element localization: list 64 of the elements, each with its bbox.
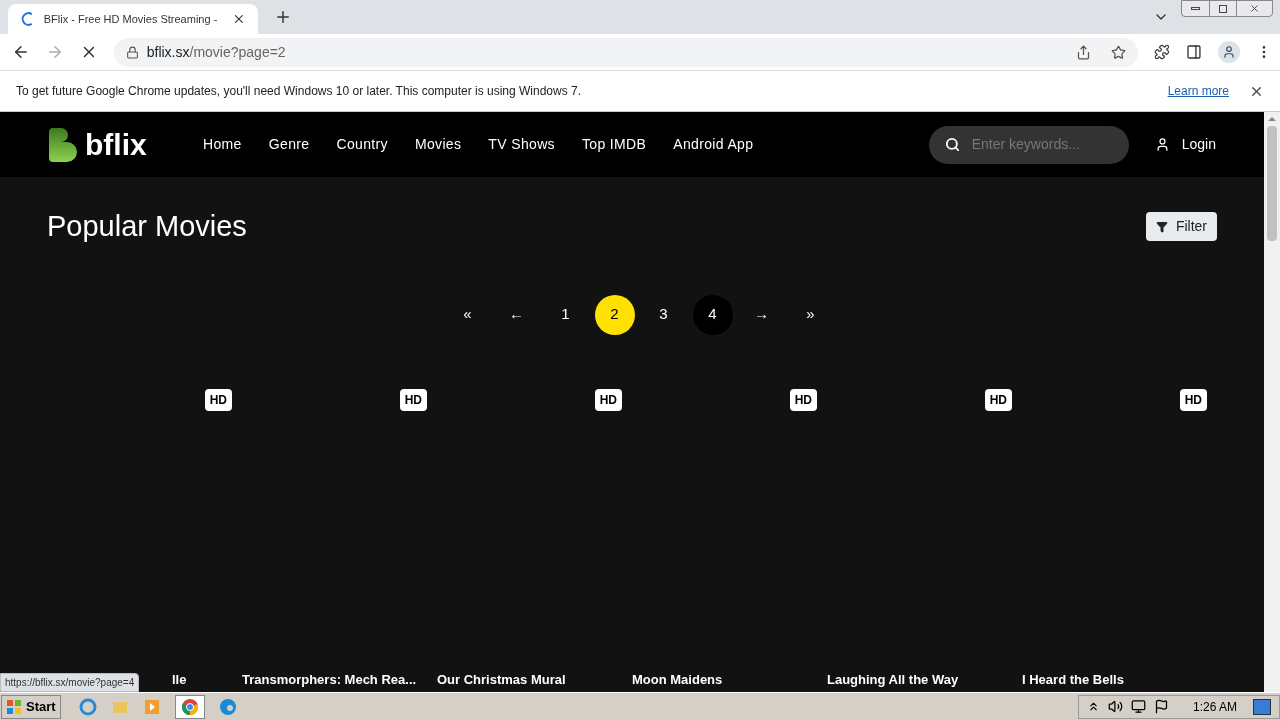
page-link[interactable]: 4 — [692, 294, 733, 335]
search-field[interactable]: Enter keywords... — [928, 125, 1129, 164]
movie-title[interactable]: I Heard the Bells — [1022, 671, 1124, 688]
volume-icon[interactable] — [1107, 699, 1123, 714]
page-link[interactable]: « — [447, 294, 488, 335]
movie-title[interactable]: Moon Maidens — [632, 671, 723, 688]
page-link[interactable]: ← — [496, 294, 537, 335]
status-bubble: https://bflix.sx/movie?page=4 — [0, 673, 140, 692]
show-desktop-icon[interactable] — [1253, 698, 1271, 715]
nav-link[interactable]: Genre — [268, 134, 310, 155]
share-icon[interactable] — [1076, 44, 1092, 60]
page-link[interactable]: » — [790, 294, 831, 335]
page-heading: Popular Movies — [47, 209, 247, 244]
scroll-thumb[interactable] — [1267, 126, 1277, 241]
infobar-message: To get future Google Chrome updates, you'll need Windows 10 or later. This computer is using Windows 7. — [16, 83, 582, 100]
scrollbar[interactable] — [1264, 112, 1280, 692]
page-link[interactable]: → — [741, 294, 782, 335]
network-icon[interactable] — [1130, 699, 1146, 714]
hd-badge: HD — [1179, 388, 1207, 411]
page-link[interactable]: 2 — [594, 294, 635, 335]
hd-badge: HD — [594, 388, 622, 411]
start-button[interactable]: Start — [1, 694, 61, 719]
profile-icon[interactable] — [1218, 41, 1241, 63]
logo-icon — [47, 127, 77, 162]
movie-title[interactable]: Laughing All the Way — [827, 671, 959, 688]
movie-title[interactable]: Our Christmas Mural — [437, 671, 566, 688]
hd-badge: HD — [399, 388, 427, 411]
page-link[interactable]: 1 — [545, 294, 586, 335]
url-text: bflix.sx/movie?page=2 — [146, 42, 286, 62]
clock: 1:26 AM — [1192, 698, 1237, 716]
hd-badge: HD — [204, 388, 232, 411]
filter-button[interactable]: Filter — [1145, 212, 1217, 242]
learn-more-link[interactable]: Learn more — [1167, 82, 1229, 100]
movie-title[interactable]: Transmorphers: Mech Rea... — [242, 671, 417, 688]
flag-icon[interactable] — [1153, 699, 1169, 714]
back-icon[interactable] — [12, 43, 30, 61]
windows-logo-icon — [6, 698, 22, 715]
logo-text[interactable]: bflix — [85, 129, 147, 160]
nav-link[interactable]: Android App — [673, 134, 754, 155]
close-icon[interactable] — [232, 12, 246, 26]
bookmark-icon[interactable] — [1111, 44, 1127, 60]
browser-tab[interactable]: BFlix - Free HD Movies Streaming - — [8, 4, 258, 34]
user-icon — [1154, 137, 1170, 152]
nav-link[interactable]: Top IMDB — [581, 134, 647, 155]
nav-link[interactable]: Movies — [414, 134, 462, 155]
search-input[interactable]: Enter keywords... — [971, 134, 1112, 155]
search-icon — [944, 137, 960, 152]
hd-badge: HD — [789, 388, 817, 411]
page-link[interactable]: 3 — [643, 294, 684, 335]
lock-icon — [125, 45, 139, 59]
chrome-icon[interactable] — [174, 694, 205, 719]
login-button[interactable]: Login — [1154, 134, 1216, 155]
close-icon — [1249, 3, 1261, 14]
nav-link[interactable]: TV Shows — [488, 134, 555, 155]
address-bar[interactable]: bflix.sx/movie?page=2 — [113, 37, 1139, 67]
nav-link[interactable]: Country — [336, 134, 388, 155]
filter-icon — [1155, 220, 1168, 233]
hd-badge: HD — [984, 388, 1012, 411]
side-panel-icon[interactable] — [1186, 44, 1203, 60]
movie-title[interactable]: lle — [172, 671, 187, 688]
nav-link[interactable]: Home — [203, 134, 242, 155]
new-tab-icon[interactable] — [274, 8, 292, 26]
extensions-icon[interactable] — [1154, 44, 1171, 60]
tab-title: BFlix - Free HD Movies Streaming - — [43, 11, 219, 27]
